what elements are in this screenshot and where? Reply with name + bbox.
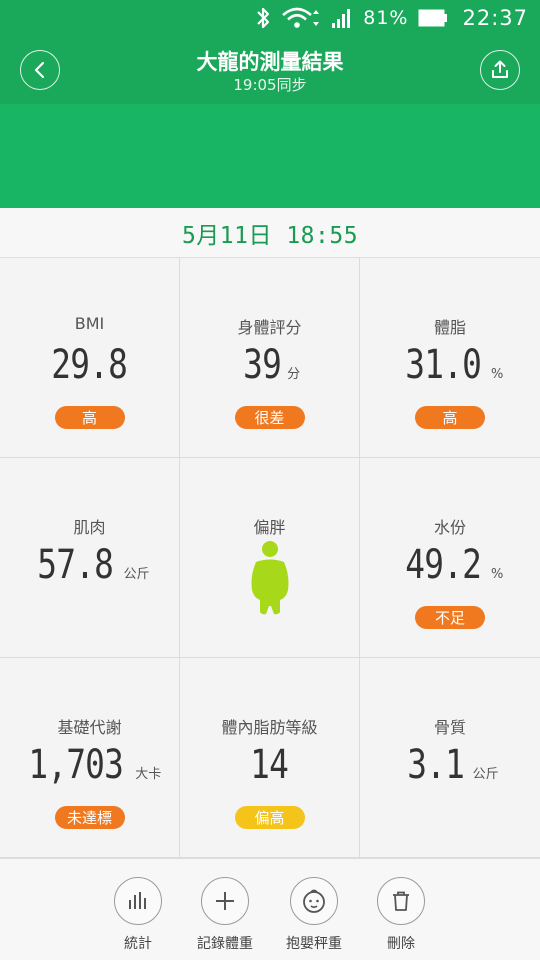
- wifi-icon: [282, 7, 320, 28]
- metric-label: BMI: [74, 314, 105, 333]
- sync-time: 19:05同步: [233, 76, 307, 94]
- baby-weigh-button[interactable]: 抱嬰秤重: [274, 877, 354, 953]
- metric-value: 31.0: [404, 342, 482, 388]
- battery-percent: 81%: [363, 7, 409, 29]
- metric-body-fat[interactable]: 體脂 31.0% 高: [360, 258, 540, 458]
- metric-body-type[interactable]: 偏胖: [180, 458, 360, 658]
- page-title: 大龍的測量結果: [196, 50, 344, 74]
- metric-label: 骨質: [433, 718, 466, 737]
- metric-bmi[interactable]: BMI 29.8 高: [0, 258, 180, 458]
- header: 大龍的測量結果 19:05同步: [0, 36, 540, 104]
- delete-button[interactable]: 刪除: [361, 877, 441, 953]
- metric-label: 體內脂肪等級: [221, 718, 318, 737]
- action-label: 刪除: [387, 936, 415, 952]
- bluetooth-icon: [257, 7, 270, 29]
- metric-label: 水份: [433, 518, 466, 537]
- metric-value: 29.8: [51, 342, 129, 388]
- metric-label: 體脂: [433, 318, 466, 337]
- share-upload-icon: [492, 60, 508, 78]
- baby-face-icon: [303, 889, 325, 913]
- stats-button[interactable]: 統計: [98, 877, 178, 953]
- metric-value: 57.8: [37, 542, 115, 588]
- metric-water[interactable]: 水份 49.2% 不足: [360, 458, 540, 658]
- metric-unit: %: [490, 567, 504, 582]
- metric-unit: 大卡: [135, 767, 162, 782]
- header-banner: [0, 104, 540, 208]
- metric-value: 49.2: [404, 542, 482, 588]
- metric-bmr[interactable]: 基礎代謝 1,703 大卡 未達標: [0, 658, 180, 858]
- status-badge: 偏高: [234, 806, 305, 829]
- signal-icon: [332, 9, 351, 28]
- body-figure-icon: [251, 541, 288, 615]
- status-badge: 不足: [415, 606, 485, 629]
- status-bar: 81% 22:37: [0, 0, 540, 36]
- battery-icon: [418, 9, 448, 27]
- metric-bone[interactable]: 骨質 3.1 公斤: [360, 658, 540, 858]
- status-badge: 未達標: [54, 806, 125, 829]
- status-badge: 很差: [234, 406, 305, 429]
- metric-unit: 公斤: [123, 567, 150, 582]
- action-label: 抱嬰秤重: [286, 936, 342, 952]
- metric-value: 14: [250, 742, 290, 788]
- metric-value: 1,703: [28, 742, 123, 788]
- metric-label: 基礎代謝: [57, 718, 122, 737]
- measurement-date: 5月11日 18:55: [0, 208, 540, 258]
- metric-value: 3.1: [407, 742, 466, 788]
- status-badge: 高: [415, 406, 485, 429]
- action-label: 記錄體重: [197, 936, 253, 952]
- bottom-action-bar: 統計 記錄體重 抱嬰秤重 刪除: [0, 858, 540, 960]
- share-button[interactable]: [480, 50, 520, 90]
- action-label: 統計: [124, 936, 152, 952]
- trash-icon: [393, 891, 409, 911]
- metric-label: 偏胖: [253, 518, 286, 537]
- plus-icon: [216, 892, 234, 910]
- metric-body-score[interactable]: 身體評分 39 分 很差: [180, 258, 360, 458]
- status-time: 22:37: [462, 6, 528, 30]
- metric-visceral-fat[interactable]: 體內脂肪等級 14 偏高: [180, 658, 360, 858]
- status-badge: 高: [54, 406, 125, 429]
- metric-muscle[interactable]: 肌肉 57.8 公斤: [0, 458, 180, 658]
- metric-label: 身體評分: [237, 318, 302, 337]
- bar-chart-icon: [129, 892, 146, 909]
- record-weight-button[interactable]: 記錄體重: [185, 877, 265, 953]
- metric-label: 肌肉: [73, 518, 106, 537]
- metrics-grid: BMI 29.8 高 身體評分 39 分 很差 體脂 31.0% 高 肌肉 57.…: [0, 258, 540, 858]
- metric-unit: 分: [287, 367, 301, 382]
- metric-unit: 公斤: [472, 767, 499, 782]
- metric-value: 39: [243, 342, 282, 388]
- metric-unit: %: [490, 367, 504, 382]
